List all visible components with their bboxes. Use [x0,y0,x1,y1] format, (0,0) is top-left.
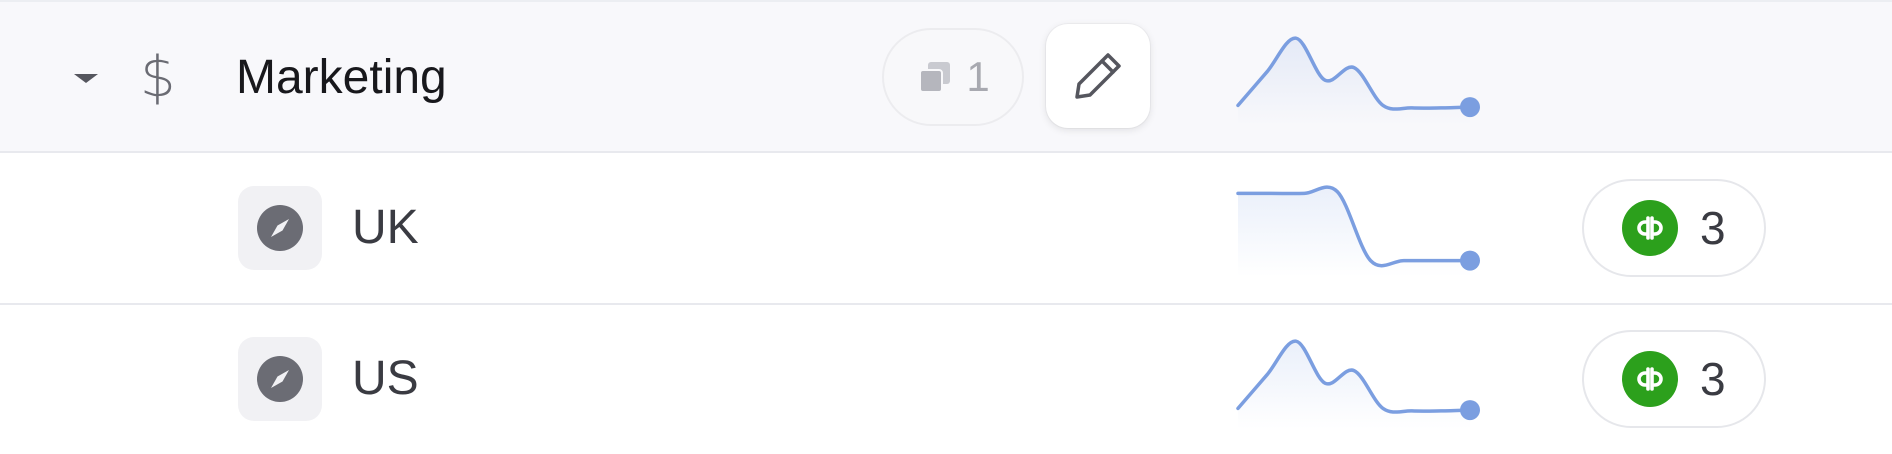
source-pill[interactable]: 3 [1582,330,1766,428]
row-label: US [352,352,419,405]
group-row-marketing[interactable]: $ Marketing 1 [0,0,1892,153]
sparkline-chart [1236,185,1480,277]
stack-icon [919,62,951,93]
sparkline-chart [1236,339,1480,429]
source-count: 3 [1700,202,1726,254]
sparkline-end-dot [1460,400,1480,421]
table-row[interactable]: US 3 [0,305,1892,454]
compass-icon [257,356,303,402]
compass-icon-tile [238,186,322,270]
sparkline-end-dot [1460,250,1480,271]
edit-button[interactable] [1046,24,1150,128]
sparkline-area [1238,187,1470,277]
compass-icon [257,205,303,251]
group-title: Marketing [236,51,447,104]
linked-count: 1 [966,53,990,100]
category-table: $ Marketing 1 UK 3 US 3 [0,0,1892,454]
source-pill[interactable]: 3 [1582,179,1766,277]
dollar-sign-icon: $ [140,45,176,110]
collapse-caret-icon[interactable] [74,74,98,83]
row-label: UK [352,201,419,254]
sparkline-area [1238,38,1470,126]
pencil-icon [1075,53,1121,99]
compass-icon-tile [238,337,322,421]
sparkline-area [1238,341,1470,429]
table-row[interactable]: UK 3 [0,153,1892,305]
source-count: 3 [1700,353,1726,405]
linked-count-pill[interactable]: 1 [882,28,1024,126]
quickbooks-icon [1622,200,1678,256]
sparkline-end-dot [1460,97,1480,118]
quickbooks-icon [1622,351,1678,407]
sparkline-chart [1236,36,1480,126]
